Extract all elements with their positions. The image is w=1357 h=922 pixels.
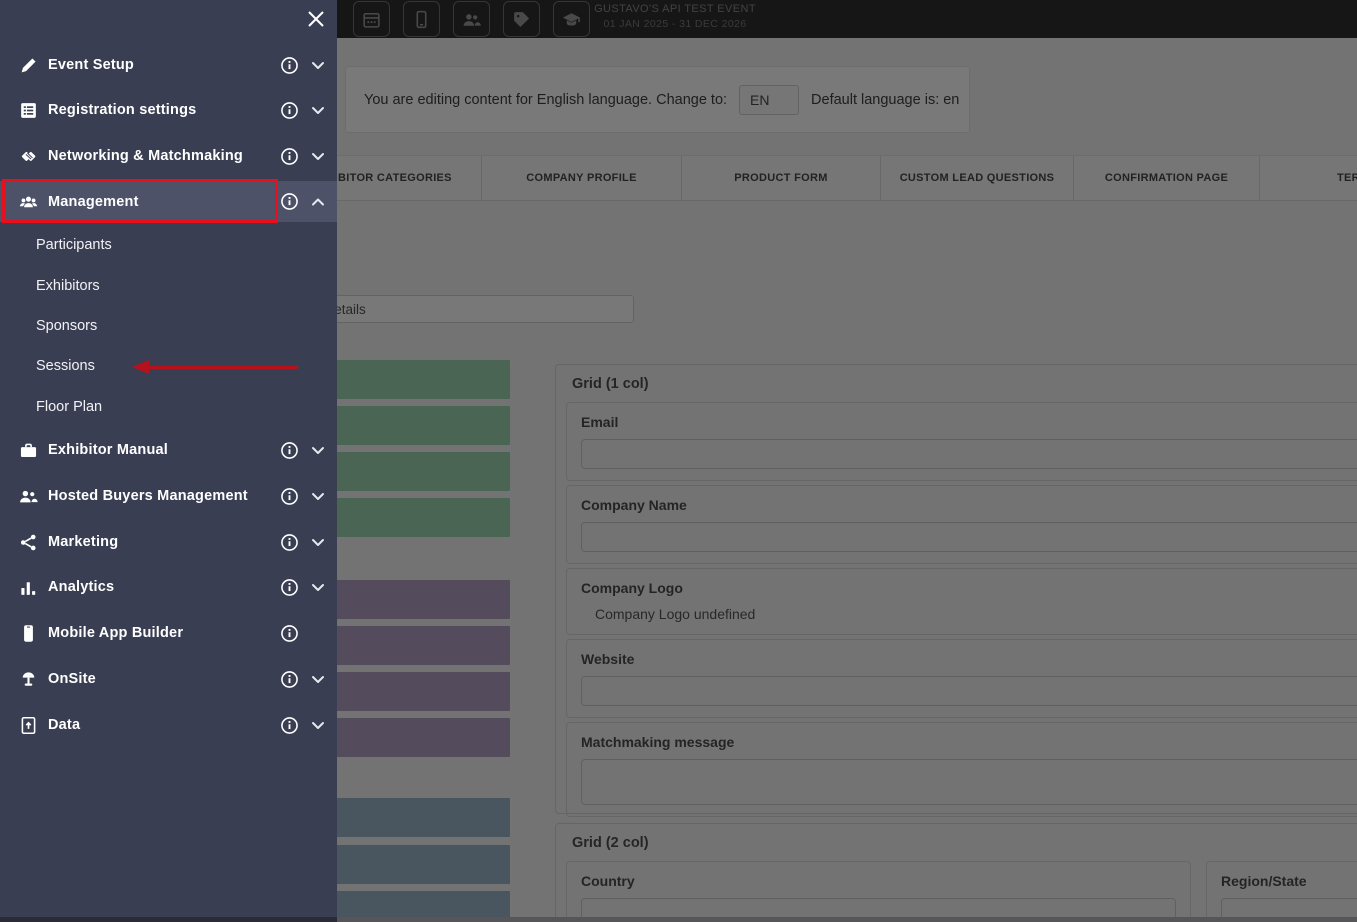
sidebar-item-onsite[interactable]: OnSite — [0, 659, 337, 699]
arrow-annotation — [146, 366, 298, 369]
info-icon[interactable] — [279, 55, 300, 76]
highlight-box-annotation — [2, 179, 278, 223]
sidebar-item-participants[interactable]: Participants — [0, 225, 337, 265]
briefcase-icon — [18, 440, 39, 461]
chevron-down-icon[interactable] — [308, 486, 328, 506]
bar-chart-icon — [18, 577, 39, 598]
sidebar-item-registration-settings[interactable]: Registration settings — [0, 90, 337, 130]
info-icon[interactable] — [279, 623, 300, 644]
sidebar-item-analytics[interactable]: Analytics — [0, 567, 337, 607]
info-icon[interactable] — [279, 577, 300, 598]
sidebar-item-marketing[interactable]: Marketing — [0, 522, 337, 562]
chevron-down-icon[interactable] — [308, 532, 328, 552]
info-icon[interactable] — [279, 715, 300, 736]
close-icon[interactable] — [304, 7, 328, 31]
info-icon[interactable] — [279, 191, 300, 212]
sidebar-item-hosted-buyers-management[interactable]: Hosted Buyers Management — [0, 476, 337, 516]
chevron-down-icon[interactable] — [308, 55, 328, 75]
info-icon[interactable] — [279, 146, 300, 167]
people-icon — [18, 486, 39, 507]
sidebar-item-data[interactable]: Data — [0, 705, 337, 745]
sidebar-item-sponsors[interactable]: Sponsors — [0, 306, 337, 346]
share-icon — [18, 532, 39, 553]
chevron-down-icon[interactable] — [308, 100, 328, 120]
sidebar-item-mobile-app-builder[interactable]: Mobile App Builder — [0, 613, 337, 653]
info-icon[interactable] — [279, 532, 300, 553]
info-icon[interactable] — [279, 100, 300, 121]
info-icon[interactable] — [279, 486, 300, 507]
sidebar-item-networking-matchmaking[interactable]: Networking & Matchmaking — [0, 136, 337, 176]
file-upload-icon — [18, 715, 39, 736]
chevron-up-icon[interactable] — [308, 192, 328, 212]
info-icon[interactable] — [279, 440, 300, 461]
horizontal-scrollbar[interactable] — [0, 917, 1357, 922]
sidebar-item-exhibitors[interactable]: Exhibitors — [0, 266, 337, 306]
form-icon — [18, 100, 39, 121]
app-screen: GUSTAVO'S API TEST EVENT 01 JAN 2025 - 3… — [0, 0, 1357, 922]
stand-icon — [18, 669, 39, 690]
pencil-icon — [18, 55, 39, 76]
phone-icon — [18, 623, 39, 644]
chevron-down-icon[interactable] — [308, 146, 328, 166]
info-icon[interactable] — [279, 669, 300, 690]
navigation-drawer: Event Setup Registration settings Networ… — [0, 0, 337, 922]
arrow-head-annotation — [132, 360, 149, 374]
handshake-icon — [18, 146, 39, 167]
sidebar-item-floor-plan[interactable]: Floor Plan — [0, 387, 337, 427]
chevron-down-icon[interactable] — [308, 715, 328, 735]
chevron-down-icon[interactable] — [308, 669, 328, 689]
chevron-down-icon[interactable] — [308, 440, 328, 460]
sidebar-item-event-setup[interactable]: Event Setup — [0, 45, 337, 85]
horizontal-scrollbar-thumb[interactable] — [0, 917, 337, 922]
sidebar-item-exhibitor-manual[interactable]: Exhibitor Manual — [0, 430, 337, 470]
chevron-down-icon[interactable] — [308, 577, 328, 597]
